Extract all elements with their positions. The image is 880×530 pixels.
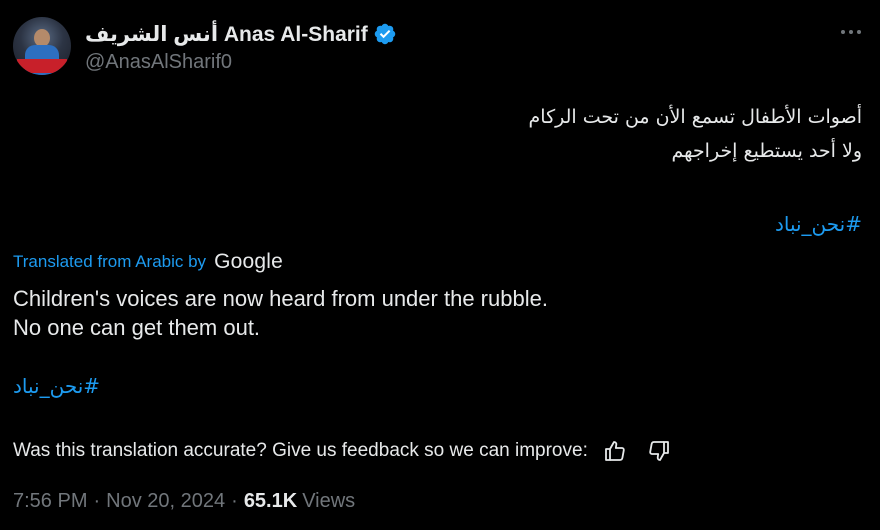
separator: · [93,490,101,512]
google-logo: Google [214,250,283,273]
more-options-icon[interactable] [836,19,866,45]
translation-attribution: Translated from Arabic by Google [13,250,283,274]
post-header: أنس الشريف Anas Al-Sharif @AnasAlSharif0 [13,17,868,79]
more-dot [857,30,861,34]
arabic-line-1: أصوات الأطفال تسمع الأن من تحت الركام [528,106,862,128]
author-name-row[interactable]: أنس الشريف Anas Al-Sharif [85,19,397,49]
author-name[interactable]: أنس الشريف Anas Al-Sharif [85,22,368,47]
translated-hashtag-link[interactable]: #نحن_نباد [13,374,100,398]
arabic-line-2: ولا أحد يستطيع إخراجهم [671,140,862,162]
author-handle[interactable]: @AnasAlSharif0 [85,51,232,74]
avatar-badge [17,59,67,73]
feedback-prompt: Was this translation accurate? Give us f… [13,440,588,461]
post-text-translated: Children's voices are now heard from und… [13,284,548,342]
separator: · [231,490,238,512]
post-time[interactable]: 7:56 PM [13,490,87,513]
english-line-1: Children's voices are now heard from und… [13,286,548,311]
arabic-hashtag-link[interactable]: #نحن_نباد [775,212,862,236]
translation-feedback: Was this translation accurate? Give us f… [13,438,672,464]
thumbs-down-icon[interactable] [646,438,672,464]
views-count[interactable]: 65.1K [244,490,297,513]
post-date[interactable]: Nov 20, 2024 [106,490,225,513]
post-metadata: 7:56 PM · Nov 20, 2024 · 65.1K Views [13,490,355,513]
english-line-2: No one can get them out. [13,315,261,340]
avatar[interactable] [13,17,71,75]
post-text-arabic: أصوات الأطفال تسمع الأن من تحت الركام ول… [262,100,862,168]
more-dot [841,30,845,34]
translated-from-link[interactable]: Translated from Arabic by [13,252,206,272]
thumbs-up-icon[interactable] [602,438,628,464]
more-dot [849,30,853,34]
verified-badge-icon [374,23,396,45]
views-label: Views [302,490,356,512]
